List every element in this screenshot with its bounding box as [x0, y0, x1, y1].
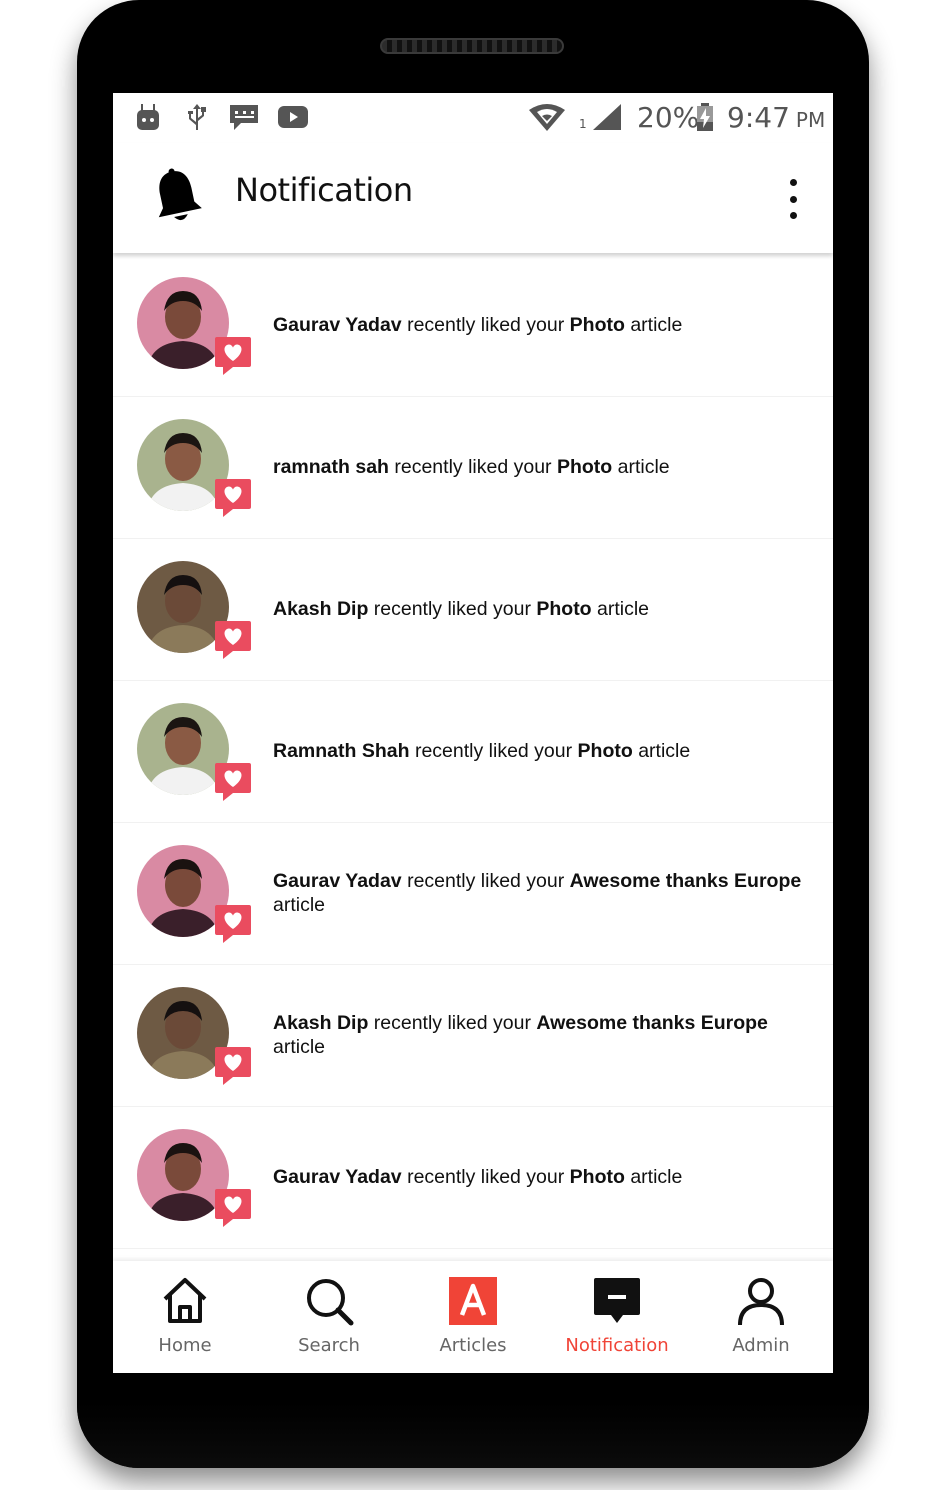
list-item[interactable]: ramnath sah recently liked your Photo ar… [113, 397, 833, 539]
heart-badge-icon [215, 1189, 251, 1227]
clock-time: 9:47 [727, 101, 790, 134]
heart-badge-icon [215, 905, 251, 943]
nav-articles-label: Articles [439, 1335, 507, 1356]
list-item[interactable]: Ramnath Shah recently liked your Photo a… [113, 681, 833, 823]
nav-search-label: Search [298, 1335, 360, 1356]
heart-badge-icon [215, 337, 251, 375]
heart-badge-icon [215, 479, 251, 517]
more-vertical-icon[interactable] [779, 179, 807, 219]
suffix-text: article [630, 1166, 683, 1188]
bottom-navigation: Home Search Articles Notification Admin [113, 1261, 833, 1373]
user-name: Ramnath Shah [273, 740, 410, 762]
user-icon [738, 1278, 784, 1326]
youtube-icon [276, 102, 310, 132]
bell-icon [151, 167, 203, 227]
action-text: recently liked your [373, 598, 531, 620]
nav-home-label: Home [158, 1335, 212, 1356]
action-text: recently liked your [407, 1166, 565, 1188]
usb-icon [185, 102, 209, 132]
phone-speaker [380, 38, 564, 54]
action-text: recently liked your [407, 870, 565, 892]
suffix-text: article [630, 314, 683, 336]
nav-articles[interactable]: Articles [401, 1261, 545, 1373]
clock-ampm: PM [795, 108, 826, 132]
status-bar: 1 20% 9:47 PM [113, 93, 833, 143]
notification-text: Gaurav Yadav recently liked your Awesome… [273, 823, 823, 963]
clock: 9:47 PM [727, 101, 825, 134]
nav-admin[interactable]: Admin [689, 1261, 833, 1373]
notification-text: Akash Dip recently liked your Photo arti… [273, 539, 823, 679]
nav-admin-label: Admin [732, 1335, 790, 1356]
notification-text: Ramnath Shah recently liked your Photo a… [273, 681, 823, 821]
wifi-icon [527, 102, 567, 132]
notification-text: Gaurav Yadav recently liked your Photo a… [273, 255, 823, 395]
heart-badge-icon [215, 1047, 251, 1085]
search-icon [307, 1279, 354, 1326]
action-text: recently liked your [394, 456, 552, 478]
notification-text: Gaurav Yadav recently liked your Photo a… [273, 1107, 823, 1247]
article-title: Awesome thanks Europe [569, 870, 802, 892]
suffix-text: article [273, 894, 326, 916]
article-title: Photo [577, 740, 633, 762]
article-title: Photo [569, 1166, 625, 1188]
signal-icon [591, 102, 625, 132]
suffix-text: article [273, 1036, 326, 1058]
nav-notification-label: Notification [565, 1335, 669, 1356]
action-text: recently liked your [407, 314, 565, 336]
message-icon [227, 102, 261, 132]
battery-charging-icon [695, 102, 715, 132]
list-item[interactable]: Akash Dip recently liked your Awesome th… [113, 965, 833, 1107]
suffix-text: article [638, 740, 691, 762]
list-item[interactable]: Gaurav Yadav recently liked your Photo a… [113, 1107, 833, 1249]
user-name: Gaurav Yadav [273, 314, 402, 336]
notification-icon [594, 1278, 640, 1323]
articles-icon [449, 1277, 497, 1325]
nav-notification[interactable]: Notification [545, 1261, 689, 1373]
list-item[interactable]: Akash Dip recently liked your Photo arti… [113, 539, 833, 681]
article-title: Photo [556, 456, 613, 478]
article-title: Awesome thanks Europe [536, 1012, 768, 1034]
user-name: Akash Dip [273, 598, 369, 620]
home-icon [163, 1278, 207, 1323]
suffix-text: article [617, 456, 670, 478]
user-name: Gaurav Yadav [273, 1166, 402, 1188]
heart-badge-icon [215, 621, 251, 659]
page-title: Notification [235, 171, 413, 209]
battery-percent: 20% [637, 101, 700, 134]
heart-badge-icon [215, 763, 251, 801]
article-title: Photo [569, 314, 625, 336]
user-name: ramnath sah [273, 456, 389, 478]
nav-search[interactable]: Search [257, 1261, 401, 1373]
action-text: recently liked your [373, 1012, 531, 1034]
notification-list: Gaurav Yadav recently liked your Photo a… [113, 255, 833, 1249]
nav-home[interactable]: Home [113, 1261, 257, 1373]
action-text: recently liked your [414, 740, 573, 762]
list-item[interactable]: Gaurav Yadav recently liked your Awesome… [113, 823, 833, 965]
notification-text: Akash Dip recently liked your Awesome th… [273, 965, 823, 1105]
notification-text: ramnath sah recently liked your Photo ar… [273, 397, 823, 537]
screen: 1 20% 9:47 PM Notification Gaurav Yadav r… [113, 93, 833, 1373]
article-title: Photo [536, 598, 592, 620]
suffix-text: article [597, 598, 650, 620]
list-item[interactable]: Gaurav Yadav recently liked your Photo a… [113, 255, 833, 397]
app-bar: Notification [113, 143, 833, 253]
user-name: Akash Dip [273, 1012, 369, 1034]
android-debug-icon [135, 102, 161, 132]
user-name: Gaurav Yadav [273, 870, 402, 892]
phone-bottom-edge [77, 1402, 869, 1468]
sim-index: 1 [579, 117, 587, 131]
